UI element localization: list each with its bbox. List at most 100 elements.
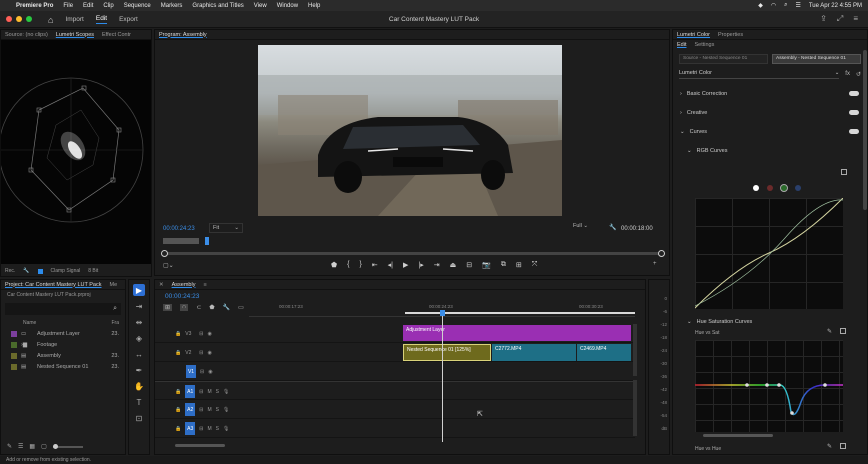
rec-709-select[interactable]: Rec.: [5, 268, 15, 274]
add-marker-icon[interactable]: ▢⌄: [163, 262, 174, 269]
quick-export-icon[interactable]: ⇪: [820, 14, 827, 24]
list-view-icon[interactable]: ☰: [18, 443, 23, 450]
linked-selection-icon[interactable]: ⊂: [196, 304, 201, 311]
eyedropper-icon[interactable]: ✎: [827, 443, 832, 450]
list-item[interactable]: ▤ Assembly 23.: [1, 350, 125, 361]
playhead-line[interactable]: [442, 316, 443, 442]
mute-icon[interactable]: M: [207, 426, 211, 432]
lock-icon[interactable]: 🔒: [175, 331, 181, 337]
hue-range-slider[interactable]: [703, 434, 773, 437]
mute-icon[interactable]: M: [207, 389, 211, 395]
zoom-slider[interactable]: [52, 443, 83, 449]
eye-icon[interactable]: ◉: [207, 331, 211, 337]
bit-depth-select[interactable]: 8 Bit: [88, 268, 98, 274]
time-ruler-mini[interactable]: [163, 238, 199, 244]
lift-icon[interactable]: ⏏: [450, 261, 457, 269]
panel-scrollbar[interactable]: [863, 50, 867, 210]
mark-out-icon[interactable]: }: [359, 261, 361, 269]
lock-icon[interactable]: 🔒: [175, 350, 181, 356]
zoom-fit-select[interactable]: Fit ⌄: [209, 223, 243, 233]
hue-vs-hue-checkbox[interactable]: [840, 443, 846, 449]
wifi-icon[interactable]: ◠: [771, 2, 776, 9]
program-video-frame[interactable]: [258, 45, 562, 216]
go-to-out-icon[interactable]: ⇥: [434, 261, 440, 269]
mic-icon[interactable]: 🎙: [223, 426, 229, 432]
lock-icon[interactable]: 🔒: [175, 426, 181, 432]
razor-tool-icon[interactable]: ◈: [133, 332, 145, 344]
menu-file[interactable]: File: [63, 3, 73, 9]
menu-sequence[interactable]: Sequence: [124, 3, 151, 9]
mute-icon[interactable]: M: [207, 407, 211, 413]
menu-icon[interactable]: ≡: [203, 282, 206, 288]
freeform-view-icon[interactable]: ▢: [41, 443, 47, 450]
tab-edit[interactable]: Edit: [677, 42, 686, 48]
effect-select[interactable]: Lumetri Color ⌄: [679, 70, 840, 79]
menu-markers[interactable]: Markers: [161, 3, 183, 9]
export-frame-icon[interactable]: 📷: [482, 261, 491, 269]
sync-lock-icon[interactable]: ⊟: [199, 350, 203, 356]
caption-tool-icon[interactable]: ⊡: [133, 412, 145, 424]
track-target-v1[interactable]: V1: [186, 365, 196, 378]
tab-properties[interactable]: Properties: [718, 32, 743, 38]
fx-icon[interactable]: fx: [845, 71, 850, 77]
type-tool-icon[interactable]: T: [133, 396, 145, 408]
tab-sequence-assembly[interactable]: Assembly: [172, 282, 196, 288]
clip-c2772[interactable]: C2772.MP4: [492, 344, 576, 361]
label-color-swatch[interactable]: [11, 352, 17, 359]
comparison-view-icon[interactable]: ⧉: [501, 261, 506, 269]
tab-lumetri-scopes[interactable]: Lumetri Scopes: [56, 32, 94, 38]
tab-program[interactable]: Program: Assembly: [159, 32, 207, 38]
hue-vs-sat-graph[interactable]: [695, 340, 843, 432]
lock-icon[interactable]: 🔒: [175, 389, 181, 395]
reset-icon[interactable]: ↺: [856, 71, 861, 78]
project-search[interactable]: ⌕: [5, 303, 121, 315]
tab-media[interactable]: Me: [110, 282, 118, 288]
selection-tool-icon[interactable]: ▶: [133, 284, 145, 296]
section-curves[interactable]: ⌄ Curves: [673, 122, 867, 141]
sync-lock-icon[interactable]: ⊟: [200, 369, 204, 375]
video-scrollbar[interactable]: [633, 324, 637, 376]
eyedropper-icon[interactable]: ✎: [827, 328, 832, 335]
captions-icon[interactable]: ▭: [238, 304, 244, 311]
menu-edit[interactable]: Edit: [83, 3, 93, 9]
master-clip-button[interactable]: Assembly - Nested Sequence 01: [772, 54, 861, 64]
program-playhead[interactable]: [205, 237, 209, 245]
add-marker-icon[interactable]: ⬟: [209, 304, 214, 311]
tab-source[interactable]: Source: (no clips): [5, 32, 48, 38]
mark-in-icon[interactable]: {: [347, 261, 349, 269]
tab-lumetri-color[interactable]: Lumetri Color: [677, 32, 710, 38]
rgb-curves-checkbox[interactable]: [841, 169, 847, 175]
slip-tool-icon[interactable]: ↔: [133, 348, 145, 360]
step-back-icon[interactable]: ◂|: [388, 261, 393, 269]
basic-correction-toggle[interactable]: [849, 91, 859, 96]
search-icon[interactable]: ⌕: [784, 2, 787, 9]
control-center-icon[interactable]: ☰: [795, 2, 800, 9]
menu-help[interactable]: Help: [308, 3, 320, 9]
hue-vs-sat-checkbox[interactable]: [840, 328, 846, 334]
nest-toggle-icon[interactable]: ⊞: [163, 304, 173, 311]
snap-icon[interactable]: ∩: [180, 304, 189, 311]
rgb-curve-graph[interactable]: [694, 197, 844, 309]
dropbox-icon[interactable]: ◆: [758, 2, 763, 9]
mic-icon[interactable]: 🎙: [223, 389, 229, 395]
scrollbar-left-handle[interactable]: [161, 250, 168, 257]
button-editor-icon[interactable]: +: [653, 261, 657, 267]
proxy-toggle-icon[interactable]: ⊞: [516, 261, 522, 269]
menu-window[interactable]: Window: [277, 3, 298, 9]
list-item[interactable]: ▭ Adjustment Layer 23.: [1, 328, 125, 339]
tab-settings[interactable]: Settings: [694, 42, 714, 48]
eye-icon[interactable]: ◉: [208, 369, 212, 375]
timeline-ruler[interactable]: 00:00:17:23 00:00:24:23 00:00:30:23: [249, 301, 635, 317]
vr-video-icon[interactable]: ⤧: [532, 261, 538, 269]
label-color-swatch[interactable]: [11, 330, 17, 337]
solo-icon[interactable]: S: [216, 407, 219, 413]
red-channel-button[interactable]: [767, 185, 773, 191]
zoom-scrollbar[interactable]: [163, 252, 663, 255]
track-target-a1[interactable]: A1: [185, 385, 196, 398]
section-rgb-curves[interactable]: ⌄ RGB Curves: [673, 141, 867, 160]
ripple-edit-tool-icon[interactable]: ⇹: [133, 316, 145, 328]
menu-view[interactable]: View: [254, 3, 267, 9]
list-item[interactable]: ▤ Nested Sequence 01 23.: [1, 361, 125, 372]
timeline-timecode[interactable]: 00:00:24:23: [165, 293, 199, 300]
section-creative[interactable]: › Creative: [673, 103, 867, 122]
